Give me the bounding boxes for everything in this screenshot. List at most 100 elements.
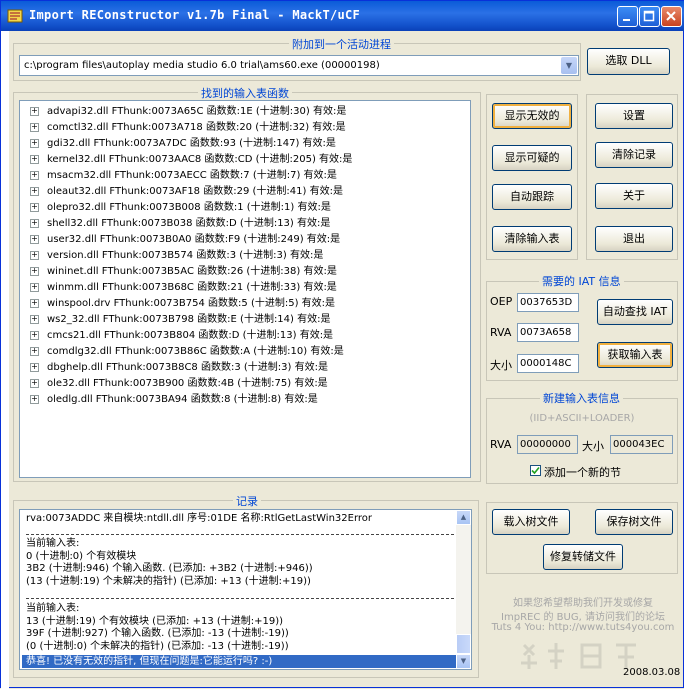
iat-autosearch-button[interactable]: 自动查找 IAT: [597, 299, 673, 325]
maximize-icon: [643, 10, 655, 22]
tree-item[interactable]: + ws2_32.dll FThunk:0073B798 函数数:E (十进制:1…: [30, 312, 330, 328]
close-button[interactable]: [661, 6, 682, 27]
title-bar[interactable]: Import REConstructor v1.7b Final - MackT…: [1, 1, 684, 31]
tree-item-label: wininet.dll FThunk:0073B5AC 函数数:26 (十进制:…: [47, 266, 337, 277]
footer-hint-1: 如果您希望帮助我们开发或修复: [513, 598, 653, 609]
log-box[interactable]: rva:0073ADDC 来自模块:ntdll.dll 序号:01DE 名称:R…: [19, 509, 472, 670]
new-import-group-label: 新建输入表信息: [540, 390, 623, 406]
oep-label: OEP: [490, 295, 513, 308]
pick-dll-button[interactable]: 选取 DLL: [587, 48, 670, 75]
load-tree-button[interactable]: 载入树文件: [492, 509, 570, 535]
auto-trace-button[interactable]: 自动跟踪: [492, 184, 572, 210]
expand-plus-icon[interactable]: +: [30, 347, 39, 356]
tree-item[interactable]: + olepro32.dll FThunk:0073B008 函数数:1 (十进制…: [30, 200, 331, 216]
tree-item-label: msacm32.dll FThunk:0073AECC 函数数:7 (十进制:7…: [47, 170, 337, 181]
scroll-up-icon[interactable]: ▲: [456, 510, 471, 525]
log-separator: [26, 534, 454, 535]
save-tree-button[interactable]: 保存树文件: [595, 509, 673, 535]
scroll-down-icon[interactable]: ▼: [456, 654, 471, 669]
footer-hint-3[interactable]: Tuts 4 You: http://www.tuts4you.com: [487, 622, 679, 633]
tree-item[interactable]: + kernel32.dll FThunk:0073AAC8 函数数:CD (十进…: [30, 152, 352, 168]
tree-item[interactable]: + winspool.drv FThunk:0073B754 函数数:5 (十进制…: [30, 296, 335, 312]
clear-log-button[interactable]: 清除记录: [595, 142, 673, 168]
expand-plus-icon[interactable]: +: [30, 219, 39, 228]
expand-plus-icon[interactable]: +: [30, 139, 39, 148]
size-field[interactable]: 0000148C: [517, 354, 579, 373]
tree-item-label: kernel32.dll FThunk:0073AAC8 函数数:CD (十进制…: [47, 154, 353, 165]
tree-item[interactable]: + wininet.dll FThunk:0073B5AC 函数数:26 (十进制…: [30, 264, 337, 280]
tree-item[interactable]: + dbghelp.dll FThunk:0073B8C8 函数数:3 (十进制:…: [30, 360, 328, 376]
tree-item[interactable]: + gdi32.dll FThunk:0073A7DC 函数数:93 (十进制:1…: [30, 136, 336, 152]
expand-plus-icon[interactable]: +: [30, 267, 39, 276]
log-scrollbar[interactable]: ▲ ▼: [456, 510, 471, 669]
expand-plus-icon[interactable]: +: [30, 395, 39, 404]
expand-plus-icon[interactable]: +: [30, 299, 39, 308]
expand-plus-icon[interactable]: +: [30, 315, 39, 324]
tree-item-label: user32.dll FThunk:0073B0A0 函数数:F9 (十进制:2…: [47, 234, 341, 245]
tree-item-label: dbghelp.dll FThunk:0073B8C8 函数数:3 (十进制:3…: [47, 362, 328, 373]
expand-plus-icon[interactable]: +: [30, 283, 39, 292]
expand-plus-icon[interactable]: +: [30, 203, 39, 212]
minimize-button[interactable]: [617, 6, 638, 27]
fix-dump-button[interactable]: 修复转储文件: [543, 544, 623, 570]
tree-item[interactable]: + ole32.dll FThunk:0073B900 函数数:4B (十进制:7…: [30, 376, 328, 392]
clear-imports-button[interactable]: 清除输入表: [492, 226, 572, 252]
tree-item[interactable]: + comctl32.dll FThunk:0073A718 函数数:20 (十进…: [30, 120, 346, 136]
new-size-field[interactable]: 000043EC: [610, 435, 673, 454]
add-section-checkbox[interactable]: [530, 465, 541, 476]
size-label: 大小: [490, 359, 512, 372]
new-rva-field[interactable]: 00000000: [517, 435, 578, 454]
log-line: (0 (十进制:0) 个未解决的指针) (已添加: -13 (十进制:-19)): [26, 641, 289, 652]
expand-plus-icon[interactable]: +: [30, 123, 39, 132]
tree-item[interactable]: + oledlg.dll FThunk:0073BA94 函数数:8 (十进制:8…: [30, 392, 318, 408]
process-select[interactable]: c:\program files\autoplay media studio 6…: [19, 55, 579, 76]
tree-item[interactable]: + winmm.dll FThunk:0073B68C 函数数:21 (十进制:3…: [30, 280, 337, 296]
expand-plus-icon[interactable]: +: [30, 187, 39, 196]
expand-plus-icon[interactable]: +: [30, 171, 39, 180]
log-group-label: 记录: [233, 493, 261, 509]
expand-plus-icon[interactable]: +: [30, 251, 39, 260]
imports-tree[interactable]: + advapi32.dll FThunk:0073A65C 函数数:1E (十进…: [19, 100, 471, 478]
tree-item[interactable]: + shell32.dll FThunk:0073B038 函数数:D (十进制:…: [30, 216, 330, 232]
log-line: (13 (十进制:19) 个未解决的指针) (已添加: +13 (十进制:+19…: [26, 576, 311, 587]
scroll-thumb[interactable]: [456, 634, 471, 654]
expand-plus-icon[interactable]: +: [30, 331, 39, 340]
tree-item-label: gdi32.dll FThunk:0073A7DC 函数数:93 (十进制:14…: [47, 138, 336, 149]
tree-item[interactable]: + msacm32.dll FThunk:0073AECC 函数数:7 (十进制:…: [30, 168, 337, 184]
tree-item-label: winmm.dll FThunk:0073B68C 函数数:21 (十进制:33…: [47, 282, 337, 293]
tree-item[interactable]: + comdlg32.dll FThunk:0073B86C 函数数:A (十进制…: [30, 344, 344, 360]
tree-item-label: winspool.drv FThunk:0073B754 函数数:5 (十进制:…: [47, 298, 336, 309]
expand-plus-icon[interactable]: +: [30, 363, 39, 372]
expand-plus-icon[interactable]: +: [30, 155, 39, 164]
get-imports-button[interactable]: 获取输入表: [597, 342, 673, 368]
tree-item[interactable]: + version.dll FThunk:0073B574 函数数:3 (十进制:…: [30, 248, 323, 264]
checkmark-icon: [531, 466, 540, 475]
tree-item[interactable]: + cmcs21.dll FThunk:0073B804 函数数:D (十进制:1…: [30, 328, 333, 344]
tree-item-label: shell32.dll FThunk:0073B038 函数数:D (十进制:1…: [47, 218, 331, 229]
tree-item[interactable]: + oleaut32.dll FThunk:0073AF18 函数数:29 (十进…: [30, 184, 343, 200]
tree-item[interactable]: + advapi32.dll FThunk:0073A65C 函数数:1E (十进…: [30, 104, 346, 120]
expand-plus-icon[interactable]: +: [30, 107, 39, 116]
tree-item-label: ws2_32.dll FThunk:0073B798 函数数:E (十进制:14…: [47, 314, 331, 325]
about-button[interactable]: 关于: [595, 183, 673, 209]
new-rva-label: RVA: [490, 438, 512, 451]
tree-item-label: cmcs21.dll FThunk:0073B804 函数数:D (十进制:13…: [47, 330, 334, 341]
new-import-hint: (IID+ASCII+LOADER): [529, 413, 635, 424]
expand-plus-icon[interactable]: +: [30, 235, 39, 244]
log-line: 当前输入表:: [26, 538, 80, 549]
chevron-down-icon[interactable]: ▼: [561, 57, 577, 74]
show-suspect-button[interactable]: 显示可疑的: [492, 145, 572, 171]
maximize-button[interactable]: [639, 6, 660, 27]
settings-button[interactable]: 设置: [595, 103, 673, 129]
exit-button[interactable]: 退出: [595, 226, 673, 252]
log-line: 0 (十进制:0) 个有效模块: [26, 551, 137, 562]
oep-field[interactable]: 0037653D: [517, 293, 579, 312]
rva-field[interactable]: 0073A658: [517, 323, 579, 342]
show-invalid-button[interactable]: 显示无效的: [492, 103, 572, 129]
log-line: 3B2 (十进制:946) 个输入函数. (已添加: +3B2 (十进制:+94…: [26, 563, 313, 574]
log-line: 13 (十进制:19) 个有效模块 (已添加: +13 (十进制:+19)): [26, 616, 284, 627]
tree-item-label: advapi32.dll FThunk:0073A65C 函数数:1E (十进制…: [47, 106, 347, 117]
new-size-label: 大小: [582, 440, 604, 453]
tree-item[interactable]: + user32.dll FThunk:0073B0A0 函数数:F9 (十进制:…: [30, 232, 340, 248]
expand-plus-icon[interactable]: +: [30, 379, 39, 388]
